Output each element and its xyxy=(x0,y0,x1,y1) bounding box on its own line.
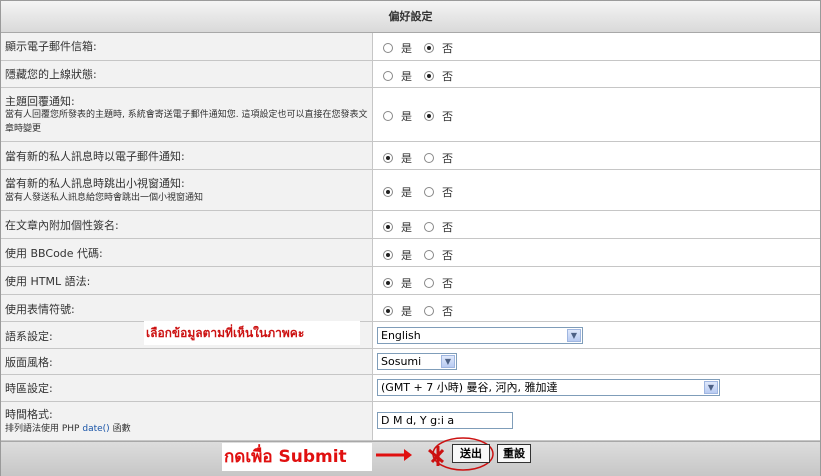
pref-label: 在文章內附加個性簽名: xyxy=(5,219,119,232)
pref-row-style: 版面風格: Sosumi ▼ xyxy=(1,349,820,375)
radio-button[interactable] xyxy=(383,71,393,81)
radio-button[interactable] xyxy=(424,306,434,316)
radio-yes[interactable]: 是 xyxy=(383,275,412,291)
pref-row-language: 語系設定: English ▼ xyxy=(1,322,820,349)
annotation-language: เลือกข้อมูลตามที่เห็นในภาพคะ xyxy=(144,321,360,345)
pref-label: 當有新的私人訊息時跳出小視窗通知: xyxy=(5,177,185,190)
radio-yes[interactable]: 是 xyxy=(383,184,412,200)
radio-button[interactable] xyxy=(424,278,434,288)
radio-no[interactable]: 否 xyxy=(424,150,453,166)
radio-button-selected[interactable] xyxy=(383,250,393,260)
pref-row-hide-online: 隱藏您的上線狀態: 是 否 xyxy=(1,61,820,88)
radio-button-selected[interactable] xyxy=(383,306,393,316)
pref-row-show-email: 顯示電子郵件信箱: 是 否 xyxy=(1,33,820,61)
pref-label: 版面風格: xyxy=(5,356,53,369)
radio-no[interactable]: 否 xyxy=(424,40,453,56)
pref-label: 使用 HTML 語法: xyxy=(5,275,91,288)
radio-no[interactable]: 否 xyxy=(424,275,453,291)
chevron-down-icon[interactable]: ▼ xyxy=(441,355,455,368)
radio-button-selected[interactable] xyxy=(424,111,434,121)
radio-yes[interactable]: 是 xyxy=(383,247,412,263)
pref-description: 排列語法使用 PHP date() 函數 xyxy=(5,424,131,434)
pref-label: 時間格式: xyxy=(5,408,53,421)
pref-row-smilies: 使用表情符號: 是 否 xyxy=(1,295,820,322)
radio-no[interactable]: 否 xyxy=(424,219,453,235)
radio-button[interactable] xyxy=(424,187,434,197)
timezone-select[interactable]: (GMT + 7 小時) 曼谷, 河內, 雅加達 ▼ xyxy=(377,379,720,396)
style-select[interactable]: Sosumi ▼ xyxy=(377,353,457,370)
radio-button-selected[interactable] xyxy=(383,278,393,288)
radio-button-selected[interactable] xyxy=(424,43,434,53)
pref-row-pm-popup: 當有新的私人訊息時跳出小視窗通知: 當有人發送私人訊息給您時會跳出一個小視窗通知… xyxy=(1,170,820,211)
pref-description: 當有人發送私人訊息給您時會跳出一個小視窗通知 xyxy=(5,193,204,203)
pref-label: 主題回覆通知: xyxy=(5,95,75,108)
radio-yes[interactable]: 是 xyxy=(383,219,412,235)
language-select[interactable]: English ▼ xyxy=(377,327,583,344)
preferences-panel: 偏好設定 顯示電子郵件信箱: 是 否 隱藏您的上線狀態: 是 否 主題回覆通知:… xyxy=(0,0,821,476)
radio-button-selected[interactable] xyxy=(383,187,393,197)
radio-yes[interactable]: 是 xyxy=(383,40,412,56)
radio-no[interactable]: 否 xyxy=(424,184,453,200)
php-date-link[interactable]: date() xyxy=(82,424,109,434)
radio-no[interactable]: 否 xyxy=(424,303,453,319)
radio-yes[interactable]: 是 xyxy=(383,68,412,84)
radio-button-selected[interactable] xyxy=(383,153,393,163)
chevron-down-icon[interactable]: ▼ xyxy=(567,329,581,342)
radio-button-selected[interactable] xyxy=(424,71,434,81)
dateformat-input[interactable]: D M d, Y g:i a xyxy=(377,412,513,429)
radio-no[interactable]: 否 xyxy=(424,108,453,124)
radio-button[interactable] xyxy=(424,222,434,232)
radio-yes[interactable]: 是 xyxy=(383,108,412,124)
radio-yes[interactable]: 是 xyxy=(383,303,412,319)
pref-label: 隱藏您的上線狀態: xyxy=(5,68,97,81)
pref-label: 時區設定: xyxy=(5,382,53,395)
radio-yes[interactable]: 是 xyxy=(383,150,412,166)
pref-label: 顯示電子郵件信箱: xyxy=(5,40,97,53)
pref-row-timezone: 時區設定: (GMT + 7 小時) 曼谷, 河內, 雅加達 ▼ xyxy=(1,375,820,402)
reset-button[interactable]: 重設 xyxy=(497,444,531,463)
pref-row-dateformat: 時間格式: 排列語法使用 PHP date() 函數 D M d, Y g:i … xyxy=(1,402,820,441)
radio-button[interactable] xyxy=(424,153,434,163)
chevron-down-icon[interactable]: ▼ xyxy=(704,381,718,394)
radio-no[interactable]: 否 xyxy=(424,247,453,263)
radio-button[interactable] xyxy=(424,250,434,260)
pref-row-html: 使用 HTML 語法: 是 否 xyxy=(1,267,820,295)
radio-button[interactable] xyxy=(383,43,393,53)
pref-label: 語系設定: xyxy=(5,330,53,343)
radio-button[interactable] xyxy=(383,111,393,121)
pref-row-bbcode: 使用 BBCode 代碼: 是 否 xyxy=(1,239,820,267)
pref-row-reply-notify: 主題回覆通知: 當有人回覆您所發表的主題時, 系統會寄送電子郵件通知您. 這項設… xyxy=(1,88,820,142)
annotation-submit: กดเพื่อ Submit xyxy=(222,443,372,471)
pref-label: 當有新的私人訊息時以電子郵件通知: xyxy=(5,150,185,163)
pref-label: 使用表情符號: xyxy=(5,303,75,316)
pref-label: 使用 BBCode 代碼: xyxy=(5,247,103,260)
pref-description: 當有人回覆您所發表的主題時, 系統會寄送電子郵件通知您. 這項設定也可以直接在您… xyxy=(5,110,368,134)
pref-row-pm-email: 當有新的私人訊息時以電子郵件通知: 是 否 xyxy=(1,142,820,170)
pref-row-signature: 在文章內附加個性簽名: 是 否 xyxy=(1,211,820,239)
radio-no[interactable]: 否 xyxy=(424,68,453,84)
radio-button-selected[interactable] xyxy=(383,222,393,232)
panel-title: 偏好設定 xyxy=(1,1,820,33)
submit-button[interactable]: 送出 xyxy=(452,444,490,463)
